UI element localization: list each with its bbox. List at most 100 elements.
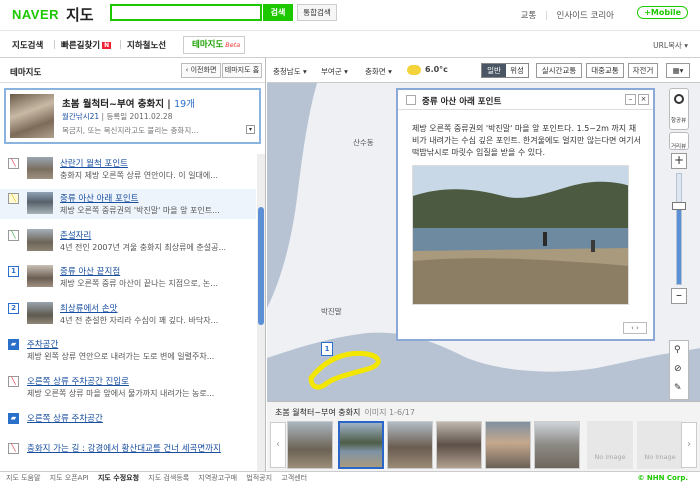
zoom-out-button[interactable]: –	[671, 288, 687, 304]
pin-icon: ╲	[8, 193, 19, 204]
zoom-slider[interactable]	[672, 173, 686, 285]
zoom-control: 항공뷰 거리뷰 + –	[669, 88, 689, 318]
gallery-thumb[interactable]	[534, 421, 580, 469]
gallery-thumb[interactable]	[287, 421, 333, 469]
traffic-link[interactable]: 교통	[521, 11, 537, 21]
map-tools: ⚲ ⊘ ✎	[669, 340, 689, 400]
item-title[interactable]: 중류 아산 끝지점	[60, 265, 120, 277]
popup-header: 중류 아산 아래 포인트 – ×	[398, 90, 653, 110]
list-item[interactable]: ╲ 춘설자리 4년 전인 2007년 겨울 충화지 최상류에 춘설공...	[0, 226, 256, 256]
list-item[interactable]: ╲ 산란기 월척 포인트 충화지 제방 오른쪽 상류 연안이다. 이 일대에..…	[0, 154, 256, 184]
item-title[interactable]: 주차공간	[27, 338, 58, 350]
gallery-thumb[interactable]	[485, 421, 531, 469]
list-item[interactable]: 1 중류 아산 끝지점 제방 오른쪽 중류 아산이 끝나는 지점으로, 논...	[0, 262, 256, 292]
item-title[interactable]: 춘설자리	[60, 229, 91, 241]
layers-icon[interactable]: ▦▾	[666, 63, 690, 78]
bicycle-button[interactable]: 자전거	[628, 63, 658, 78]
gallery-thumb[interactable]	[387, 421, 433, 469]
theme-card[interactable]: 초봄 월척터~부여 충화지 | 19개 월간낚시21 | 등록일 2011.02…	[4, 88, 261, 144]
tab-theme-map[interactable]: 테마지도 Beta	[183, 36, 245, 54]
aerial-view-button[interactable]: 항공뷰	[669, 88, 689, 130]
search-input[interactable]	[110, 4, 262, 21]
mode-satellite[interactable]: 위성	[506, 64, 528, 77]
gallery-next-button[interactable]: ›	[681, 422, 697, 468]
photo-gallery: 초봄 월척터~부여 충화지 이미지 1-6/17 ‹ No Image No Im…	[267, 401, 700, 471]
list-item[interactable]: ╲ 오른쪽 상류 주차공간 진입로 제방 오른쪽 상류 마을 앞에서 물가까지 …	[0, 372, 256, 402]
item-title[interactable]: 중류 아산 아래 포인트	[60, 192, 139, 204]
gallery-noimage: No Image	[587, 421, 633, 469]
footer-link[interactable]: 고객센터	[281, 474, 307, 482]
list-item[interactable]: ▰ 주차공간 제방 왼쪽 상류 연안으로 내려가는 도로 변에 일렬주차...	[0, 335, 256, 365]
nav-fast-route[interactable]: 빠른길찾기 N	[61, 39, 112, 51]
item-title[interactable]: 오른쪽 상류 주차공간	[27, 412, 103, 424]
poi-popup: 중류 아산 아래 포인트 – × 제방 오른쪽 중류권의 '박진말' 마을 앞 …	[396, 88, 655, 341]
gallery-title-text: 초봄 월척터~부여 충화지	[275, 408, 361, 417]
item-title[interactable]: 최상류에서 손맛	[60, 302, 117, 314]
map-view[interactable]: 산수동 박진말 1 충청남도 ▾ 부여군 ▾ 충화면 ▾ 6.0°c 일반 위성…	[267, 58, 700, 401]
list-item[interactable]: 2 최상류에서 손맛 4년 전 춘설한 자리라 수심이 꽤 깊다. 바닥자...	[0, 299, 256, 329]
map-logo[interactable]: 지도	[66, 4, 94, 25]
pencil-icon[interactable]: ✎	[674, 383, 682, 393]
list-item[interactable]: ╲ 중류 아산 아래 포인트 제방 오른쪽 중류권의 '박진말' 마을 앞 포인…	[0, 189, 256, 219]
inside-korea-link[interactable]: 인사이드 코리아	[557, 11, 614, 21]
zoom-in-button[interactable]: +	[671, 153, 687, 169]
gallery-prev-button[interactable]: ‹	[270, 422, 286, 468]
footer-link[interactable]: 지도 검색등록	[148, 474, 189, 482]
realtime-traffic-button[interactable]: 실시간교통	[536, 63, 582, 78]
footer-link[interactable]: 지도 수정요청	[98, 474, 139, 482]
car-icon: ▰	[8, 413, 19, 424]
mobile-button[interactable]: +Mobile	[637, 6, 688, 19]
popup-pager[interactable]: ‹ ›	[623, 322, 647, 334]
divider	[120, 40, 121, 49]
item-desc: 제방 오른쪽 중류 아산이 끝나는 지점으로, 논...	[60, 279, 218, 288]
map-mode-toggle[interactable]: 일반 위성	[481, 63, 529, 78]
gallery-title: 초봄 월척터~부여 충화지 이미지 1-6/17	[275, 407, 415, 418]
gallery-thumb[interactable]	[436, 421, 482, 469]
footer-link[interactable]: 지도 오픈API	[50, 474, 89, 482]
map-marker[interactable]: 1	[321, 342, 333, 356]
footer-link[interactable]: 법적공지	[246, 474, 272, 482]
author-link[interactable]: 월간낚시21	[62, 112, 99, 121]
main-nav: 지도검색 빠른길찾기 N 지하철노선 테마지도 Beta URL복사 ▾	[0, 31, 700, 58]
item-title[interactable]: 오른쪽 상류 주차공간 진입로	[27, 375, 129, 387]
footer-link[interactable]: 지도 도움말	[6, 474, 40, 482]
mode-general[interactable]: 일반	[482, 64, 506, 77]
breadcrumb-town[interactable]: 충화면 ▾	[365, 66, 392, 77]
integrated-search-button[interactable]: 통합검색	[297, 4, 337, 21]
nav-map-search[interactable]: 지도검색	[12, 39, 43, 51]
scroll-thumb[interactable]	[258, 207, 264, 325]
public-transit-button[interactable]: 대중교통	[586, 63, 624, 78]
magnifier-icon[interactable]: ⚲	[674, 345, 681, 355]
list-item[interactable]: ▰ 오른쪽 상류 주차공간	[0, 409, 256, 439]
naver-logo[interactable]: NAVER	[12, 7, 59, 22]
gallery-thumb[interactable]	[338, 421, 384, 469]
item-desc: 제방 왼쪽 상류 연안으로 내려가는 도로 변에 일렬주차...	[27, 352, 215, 361]
breadcrumb-county[interactable]: 부여군 ▾	[321, 66, 348, 77]
theme-home-button[interactable]: 테마지도 홈	[222, 63, 262, 78]
list-item[interactable]: ╲ 충화지 가는 길 : 강경에서 황산대교를 건너 세곡면까지	[0, 439, 256, 469]
gallery-noimage: No Image	[637, 421, 683, 469]
footer-link[interactable]: 지역광고구매	[198, 474, 237, 482]
map-toolbar: 충청남도 ▾ 부여군 ▾ 충화면 ▾ 6.0°c 일반 위성 실시간교통 대중교…	[267, 58, 700, 83]
street-view-button[interactable]: 거리뷰	[669, 132, 689, 150]
nav-subway[interactable]: 지하철노선	[127, 39, 166, 51]
marker-icon: 2	[8, 303, 19, 314]
expand-icon[interactable]: ▾	[246, 125, 255, 134]
ruler-icon[interactable]: ⊘	[674, 364, 682, 374]
divider: |	[544, 11, 548, 21]
breadcrumb-province[interactable]: 충청남도 ▾	[273, 66, 307, 77]
search-button[interactable]: 검색	[263, 4, 293, 21]
thumbnail	[27, 302, 53, 324]
item-title[interactable]: 산란기 월척 포인트	[60, 157, 128, 169]
pin-icon: ╲	[8, 443, 19, 454]
zoom-handle[interactable]	[672, 202, 686, 210]
marker-icon: 1	[8, 266, 19, 277]
close-icon[interactable]: ×	[638, 94, 649, 105]
theme-desc: 복금지, 또는 복신지라고도 불리는 충화지...	[62, 126, 199, 135]
minimize-icon[interactable]: –	[625, 94, 636, 105]
url-copy-button[interactable]: URL복사 ▾	[653, 40, 688, 51]
list-scrollbar[interactable]	[257, 154, 265, 471]
item-title[interactable]: 충화지 가는 길 : 강경에서 황산대교를 건너 세곡면까지	[27, 442, 221, 454]
breadcrumb-text: 부여군	[321, 67, 342, 76]
prev-screen-button[interactable]: ‹ 이전화면	[181, 63, 221, 78]
